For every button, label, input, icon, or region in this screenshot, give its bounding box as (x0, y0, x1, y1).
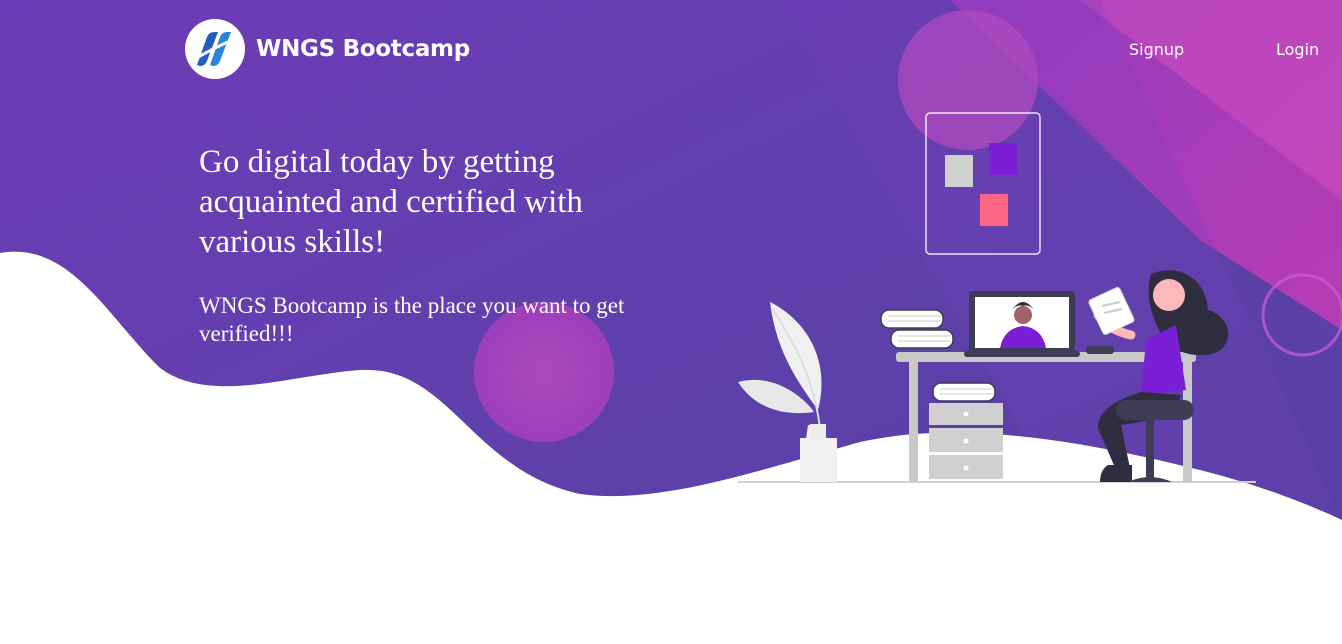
student-person-icon (1088, 270, 1229, 482)
notice-board (925, 112, 1041, 255)
laptop-video-call-icon (964, 291, 1080, 357)
books-stack-icon (880, 309, 954, 349)
mug-icon (1086, 346, 1114, 354)
signup-link[interactable]: Signup (1129, 40, 1184, 59)
brand-name: WNGS Bootcamp (256, 36, 470, 62)
brand-home-link[interactable]: WNGS Bootcamp (185, 19, 470, 79)
online-learning-illustration (738, 112, 1256, 483)
plant-icon (738, 302, 837, 482)
wngs-logo-icon (185, 19, 245, 79)
navbar: WNGS Bootcamp Signup Login (0, 0, 1342, 100)
login-link[interactable]: Login (1276, 40, 1319, 59)
hero-headline: Go digital today by getting acquainted a… (199, 144, 583, 260)
hero-subtext: WNGS Bootcamp is the place you want to g… (199, 293, 625, 346)
